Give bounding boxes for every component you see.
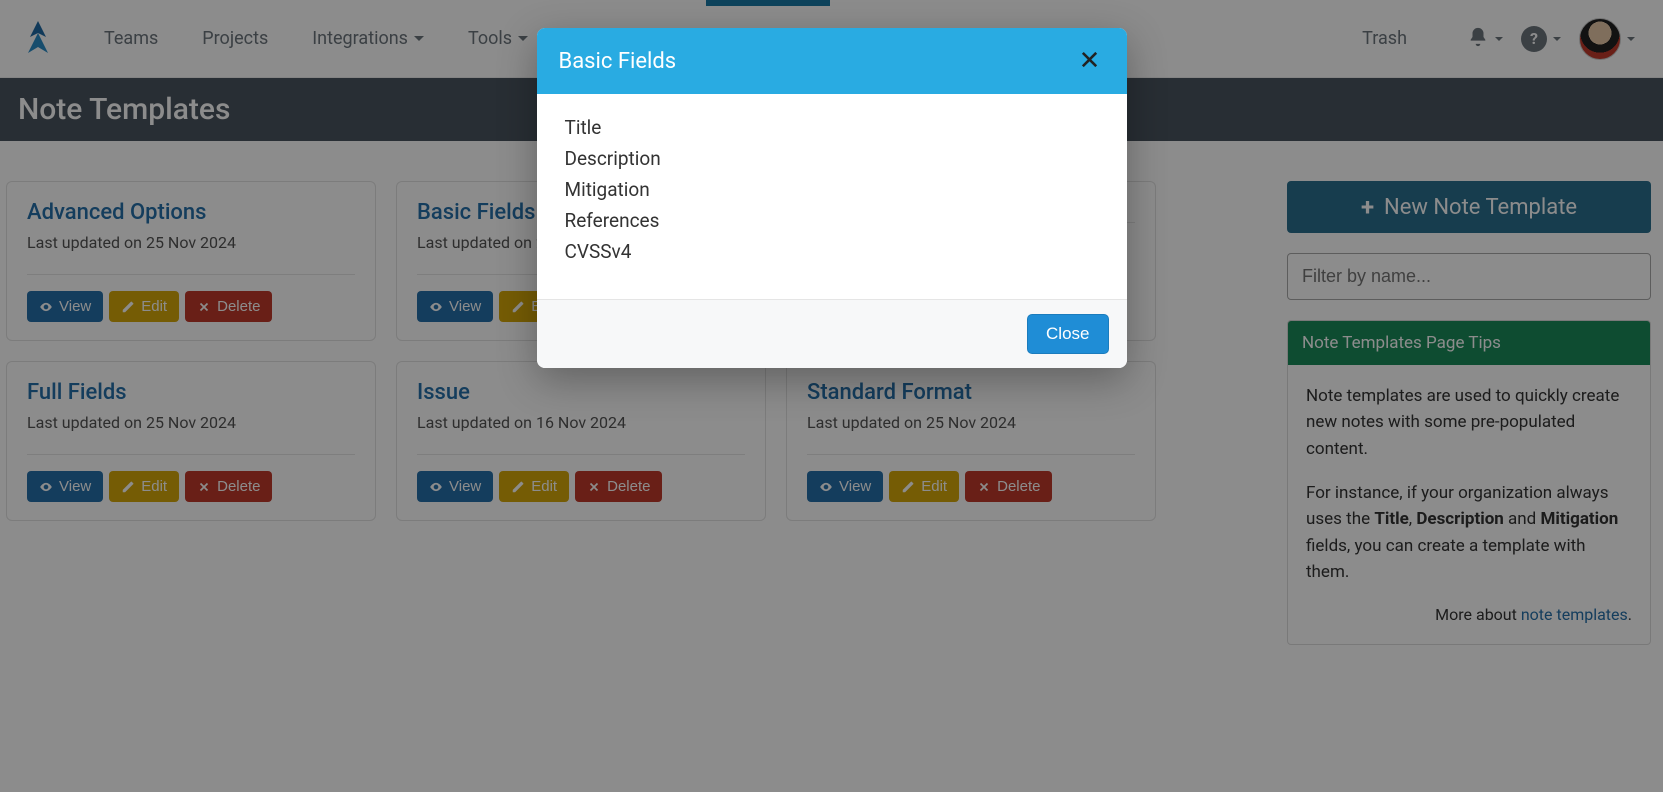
field-item: Description [565, 147, 1099, 170]
field-item: References [565, 209, 1099, 232]
field-item: CVSSv4 [565, 240, 1099, 263]
basic-fields-modal: Basic Fields ✕ Title Description Mitigat… [537, 28, 1127, 368]
modal-body: Title Description Mitigation References … [537, 94, 1127, 299]
modal-title: Basic Fields [559, 49, 677, 74]
field-item: Mitigation [565, 178, 1099, 201]
modal-header: Basic Fields ✕ [537, 28, 1127, 94]
close-button[interactable]: Close [1027, 314, 1108, 354]
modal-footer: Close [537, 299, 1127, 368]
field-item: Title [565, 116, 1099, 139]
close-icon[interactable]: ✕ [1075, 46, 1105, 76]
modal-overlay[interactable]: Basic Fields ✕ Title Description Mitigat… [0, 0, 1663, 792]
